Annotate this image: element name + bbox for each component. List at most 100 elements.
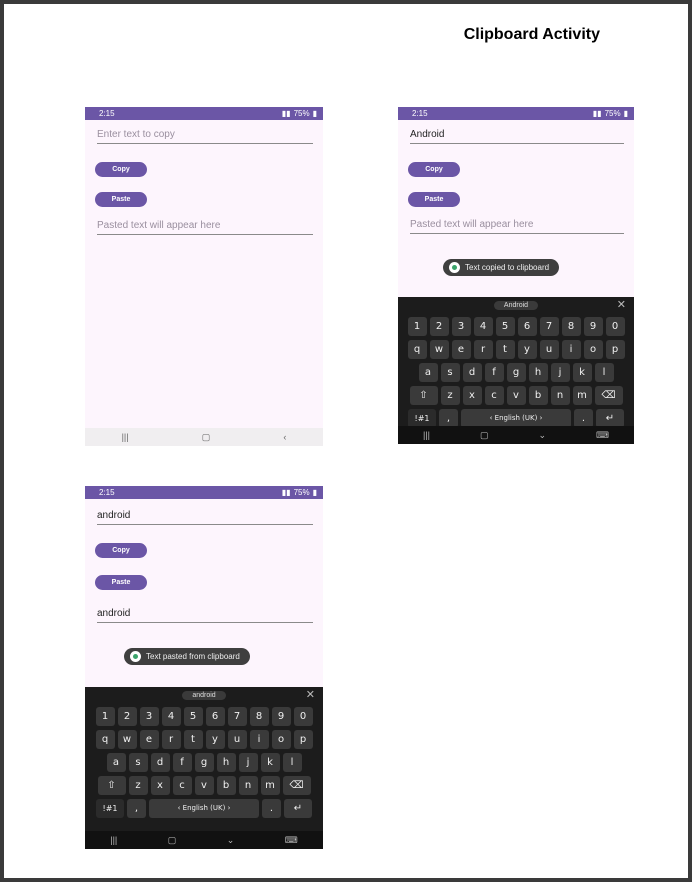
chevron-down-icon[interactable]: ⌄ (538, 430, 546, 441)
key-3[interactable]: 3 (451, 317, 471, 336)
close-icon[interactable]: ✕ (306, 688, 315, 701)
space-bar[interactable]: ‹ English (UK) › (149, 799, 259, 818)
paste-button[interactable]: Paste (408, 192, 460, 207)
key-y[interactable]: y (205, 730, 225, 749)
key-t[interactable]: t (495, 340, 515, 359)
key-d[interactable]: d (150, 753, 170, 772)
key-d[interactable]: d (462, 363, 482, 382)
key-i[interactable]: i (561, 340, 581, 359)
paste-button[interactable]: Paste (95, 192, 147, 207)
copy-button[interactable]: Copy (95, 543, 147, 558)
key-g[interactable]: g (506, 363, 526, 382)
key-s[interactable]: s (128, 753, 148, 772)
key-l[interactable]: l (594, 363, 614, 382)
key-p[interactable]: p (605, 340, 625, 359)
comma-key[interactable]: , (127, 799, 146, 818)
chevron-down-icon[interactable]: ⌄ (227, 835, 235, 846)
key-q[interactable]: q (95, 730, 115, 749)
symbols-key[interactable]: !#1 (96, 799, 124, 818)
home-icon[interactable]: ▢ (202, 432, 211, 443)
key-h[interactable]: h (528, 363, 548, 382)
key-4[interactable]: 4 (473, 317, 493, 336)
key-a[interactable]: a (418, 363, 438, 382)
key-c[interactable]: c (172, 776, 192, 795)
back-icon[interactable]: ‹ (283, 432, 286, 442)
key-g[interactable]: g (194, 753, 214, 772)
key-z[interactable]: z (128, 776, 148, 795)
key-5[interactable]: 5 (495, 317, 515, 336)
key-b[interactable]: b (528, 386, 548, 405)
shift-icon[interactable]: ⇧ (97, 776, 126, 795)
copy-button[interactable]: Copy (95, 162, 147, 177)
key-e[interactable]: e (139, 730, 159, 749)
key-o[interactable]: o (271, 730, 291, 749)
key-3[interactable]: 3 (139, 707, 159, 726)
recents-icon[interactable]: ||| (110, 835, 117, 845)
key-v[interactable]: v (194, 776, 214, 795)
key-p[interactable]: p (293, 730, 313, 749)
home-icon[interactable]: ▢ (480, 430, 489, 441)
key-f[interactable]: f (484, 363, 504, 382)
key-2[interactable]: 2 (429, 317, 449, 336)
keyboard-icon[interactable]: ⌨ (596, 430, 609, 441)
key-a[interactable]: a (106, 753, 126, 772)
key-k[interactable]: k (260, 753, 280, 772)
key-n[interactable]: n (238, 776, 258, 795)
key-b[interactable]: b (216, 776, 236, 795)
key-2[interactable]: 2 (117, 707, 137, 726)
key-t[interactable]: t (183, 730, 203, 749)
key-u[interactable]: u (227, 730, 247, 749)
key-7[interactable]: 7 (539, 317, 559, 336)
key-0[interactable]: 0 (293, 707, 313, 726)
key-h[interactable]: h (216, 753, 236, 772)
suggestion-chip[interactable]: android (182, 690, 226, 700)
key-z[interactable]: z (440, 386, 460, 405)
key-8[interactable]: 8 (561, 317, 581, 336)
key-c[interactable]: c (484, 386, 504, 405)
key-k[interactable]: k (572, 363, 592, 382)
key-9[interactable]: 9 (583, 317, 603, 336)
key-m[interactable]: m (260, 776, 280, 795)
recents-icon[interactable]: ||| (423, 430, 430, 440)
key-x[interactable]: x (150, 776, 170, 795)
close-icon[interactable]: ✕ (617, 298, 626, 311)
key-o[interactable]: o (583, 340, 603, 359)
key-n[interactable]: n (550, 386, 570, 405)
key-r[interactable]: r (473, 340, 493, 359)
key-8[interactable]: 8 (249, 707, 269, 726)
key-v[interactable]: v (506, 386, 526, 405)
key-1[interactable]: 1 (407, 317, 427, 336)
key-y[interactable]: y (517, 340, 537, 359)
text-input[interactable]: Enter text to copy (97, 128, 313, 144)
key-x[interactable]: x (462, 386, 482, 405)
key-9[interactable]: 9 (271, 707, 291, 726)
backspace-icon[interactable]: ⌫ (594, 386, 623, 405)
key-6[interactable]: 6 (517, 317, 537, 336)
keyboard-icon[interactable]: ⌨ (285, 835, 298, 846)
copy-button[interactable]: Copy (408, 162, 460, 177)
key-i[interactable]: i (249, 730, 269, 749)
enter-icon[interactable]: ↵ (284, 799, 312, 818)
key-f[interactable]: f (172, 753, 192, 772)
key-j[interactable]: j (550, 363, 570, 382)
key-s[interactable]: s (440, 363, 460, 382)
key-j[interactable]: j (238, 753, 258, 772)
key-0[interactable]: 0 (605, 317, 625, 336)
key-5[interactable]: 5 (183, 707, 203, 726)
paste-button[interactable]: Paste (95, 575, 147, 590)
key-4[interactable]: 4 (161, 707, 181, 726)
home-icon[interactable]: ▢ (168, 835, 177, 846)
period-key[interactable]: . (262, 799, 281, 818)
text-input[interactable]: android (97, 509, 313, 525)
key-q[interactable]: q (407, 340, 427, 359)
key-1[interactable]: 1 (95, 707, 115, 726)
text-input[interactable]: Android (410, 128, 624, 144)
key-6[interactable]: 6 (205, 707, 225, 726)
key-r[interactable]: r (161, 730, 181, 749)
key-w[interactable]: w (429, 340, 449, 359)
key-e[interactable]: e (451, 340, 471, 359)
recents-icon[interactable]: ||| (122, 432, 129, 442)
backspace-icon[interactable]: ⌫ (282, 776, 311, 795)
suggestion-chip[interactable]: Android (493, 300, 539, 310)
key-m[interactable]: m (572, 386, 592, 405)
